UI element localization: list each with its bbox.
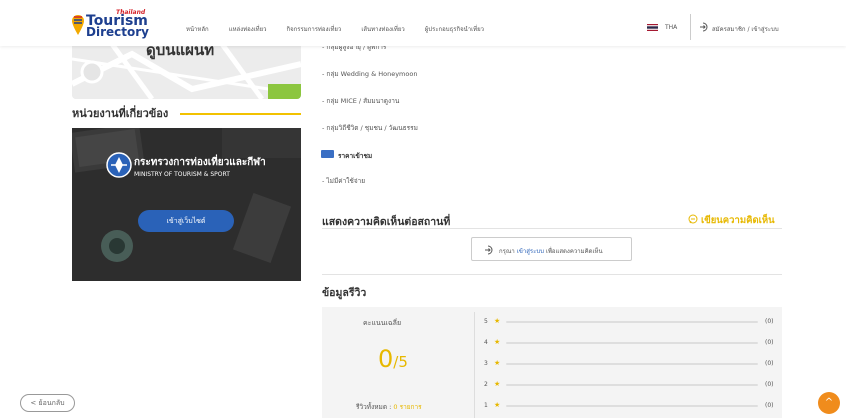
- nav-tour-operators[interactable]: ผู้ประกอบธุรกิจนำเที่ยว: [425, 24, 484, 34]
- nav-home[interactable]: หน้าหลัก: [186, 24, 209, 34]
- rating-bar: [506, 363, 758, 365]
- price-title: ราคาเข้าชม: [338, 152, 373, 160]
- login-to-comment-button[interactable]: กรุณา เข้าสู่ระบบ เพื่อแสดงความคิดเห็น: [471, 237, 632, 261]
- back-button[interactable]: < ย้อนกลับ: [20, 394, 75, 412]
- comments-divider: [322, 228, 782, 229]
- scroll-top-button[interactable]: ^: [818, 392, 840, 414]
- rating-count: (0): [765, 360, 774, 367]
- reviews-divider: [322, 274, 782, 275]
- price-value: - ไม่มีค่าใช้จ่าย: [322, 177, 366, 185]
- target-group-item: - กลุ่มวิถีชีวิต / ชุมชน / วัฒนธรรม: [322, 124, 418, 132]
- comment-bubble-icon[interactable]: [688, 214, 698, 224]
- desk-photo-background: [72, 128, 301, 281]
- rating-stars-count: 2: [484, 381, 488, 388]
- map-title: ดูบนแผนที่: [146, 44, 215, 59]
- related-agencies-title: หน่วยงานที่เกี่ยวข้อง: [72, 107, 169, 120]
- ministry-logo-icon: [106, 152, 132, 178]
- review-divider: [474, 312, 475, 418]
- ministry-card: [72, 128, 301, 281]
- logo-directory: Directory: [86, 25, 149, 39]
- login-prefix: กรุณา: [499, 248, 515, 255]
- reviews-title: ข้อมูลรีวิว: [322, 287, 367, 299]
- login-suffix: เพื่อแสดงความคิดเห็น: [545, 248, 603, 255]
- score-denominator: /5: [393, 353, 408, 371]
- rating-stars-count: 1: [484, 402, 488, 409]
- login-link[interactable]: สมัครสมาชิก / เข้าสู่ระบบ: [712, 24, 779, 34]
- rating-stars-count: 4: [484, 339, 488, 346]
- average-score: 0/5: [378, 345, 408, 373]
- site-header: Thailand Tourism Directory หน้าหลัก แหล่…: [0, 0, 846, 46]
- price-ticket-icon: [321, 150, 334, 158]
- rating-bar: [506, 321, 758, 323]
- star-icon: ★: [494, 338, 501, 346]
- rating-count: (0): [765, 339, 774, 346]
- rating-bar: [506, 342, 758, 344]
- rating-bar: [506, 405, 758, 407]
- score-value: 0: [378, 345, 394, 373]
- total-reviews: รีวิวทั้งหมด : 0 รายการ: [356, 402, 422, 412]
- rating-count: (0): [765, 381, 774, 388]
- login-link-inline[interactable]: เข้าสู่ระบบ: [517, 248, 544, 255]
- rating-count: (0): [765, 402, 774, 409]
- section-underline: [180, 113, 301, 115]
- ministry-name-en: MINISTRY OF TOURISM & SPORT: [134, 171, 230, 178]
- ministry-name-th: กระทรวงการท่องเที่ยวและกีฬา: [134, 157, 266, 168]
- star-icon: ★: [494, 380, 501, 388]
- language-selector[interactable]: THA: [665, 24, 677, 31]
- rating-bar: [506, 384, 758, 386]
- star-icon: ★: [494, 401, 501, 409]
- site-logo[interactable]: Thailand Tourism Directory: [72, 9, 149, 41]
- main-nav: หน้าหลัก แหล่งท่องเที่ยว กิจกรรมการท่องเ…: [186, 24, 484, 34]
- rating-stars-count: 5: [484, 318, 488, 325]
- login-icon: [485, 245, 493, 255]
- thai-flag-icon[interactable]: [647, 24, 658, 31]
- login-to-comment-text: กรุณา เข้าสู่ระบบ เพื่อแสดงความคิดเห็น: [499, 246, 603, 256]
- header-divider: [690, 14, 691, 40]
- star-icon: ★: [494, 317, 501, 325]
- star-icon: ★: [494, 359, 501, 367]
- target-group-item: - กลุ่ม Wedding & Honeymoon: [322, 70, 418, 78]
- average-score-label: คะแนนเฉลี่ย: [363, 319, 402, 327]
- visit-website-button[interactable]: เข้าสู่เว็บไซต์: [138, 210, 234, 232]
- logo-pin-icon: [72, 15, 84, 35]
- nav-attractions[interactable]: แหล่งท่องเที่ยว: [229, 24, 267, 34]
- rating-count: (0): [765, 318, 774, 325]
- nav-activities[interactable]: กิจกรรมการท่องเที่ยว: [287, 24, 342, 34]
- target-group-item: - กลุ่ม MICE / สัมมนาดูงาน: [322, 97, 400, 105]
- write-comment-link[interactable]: เขียนความคิดเห็น: [701, 213, 775, 228]
- rating-stars-count: 3: [484, 360, 488, 367]
- total-value: 0 รายการ: [393, 403, 422, 411]
- login-icon[interactable]: [699, 22, 709, 32]
- total-label: รีวิวทั้งหมด :: [356, 403, 392, 411]
- view-on-map-card[interactable]: ดูบนแผนที่: [72, 44, 301, 99]
- nav-routes[interactable]: เส้นทางท่องเที่ยว: [361, 24, 404, 34]
